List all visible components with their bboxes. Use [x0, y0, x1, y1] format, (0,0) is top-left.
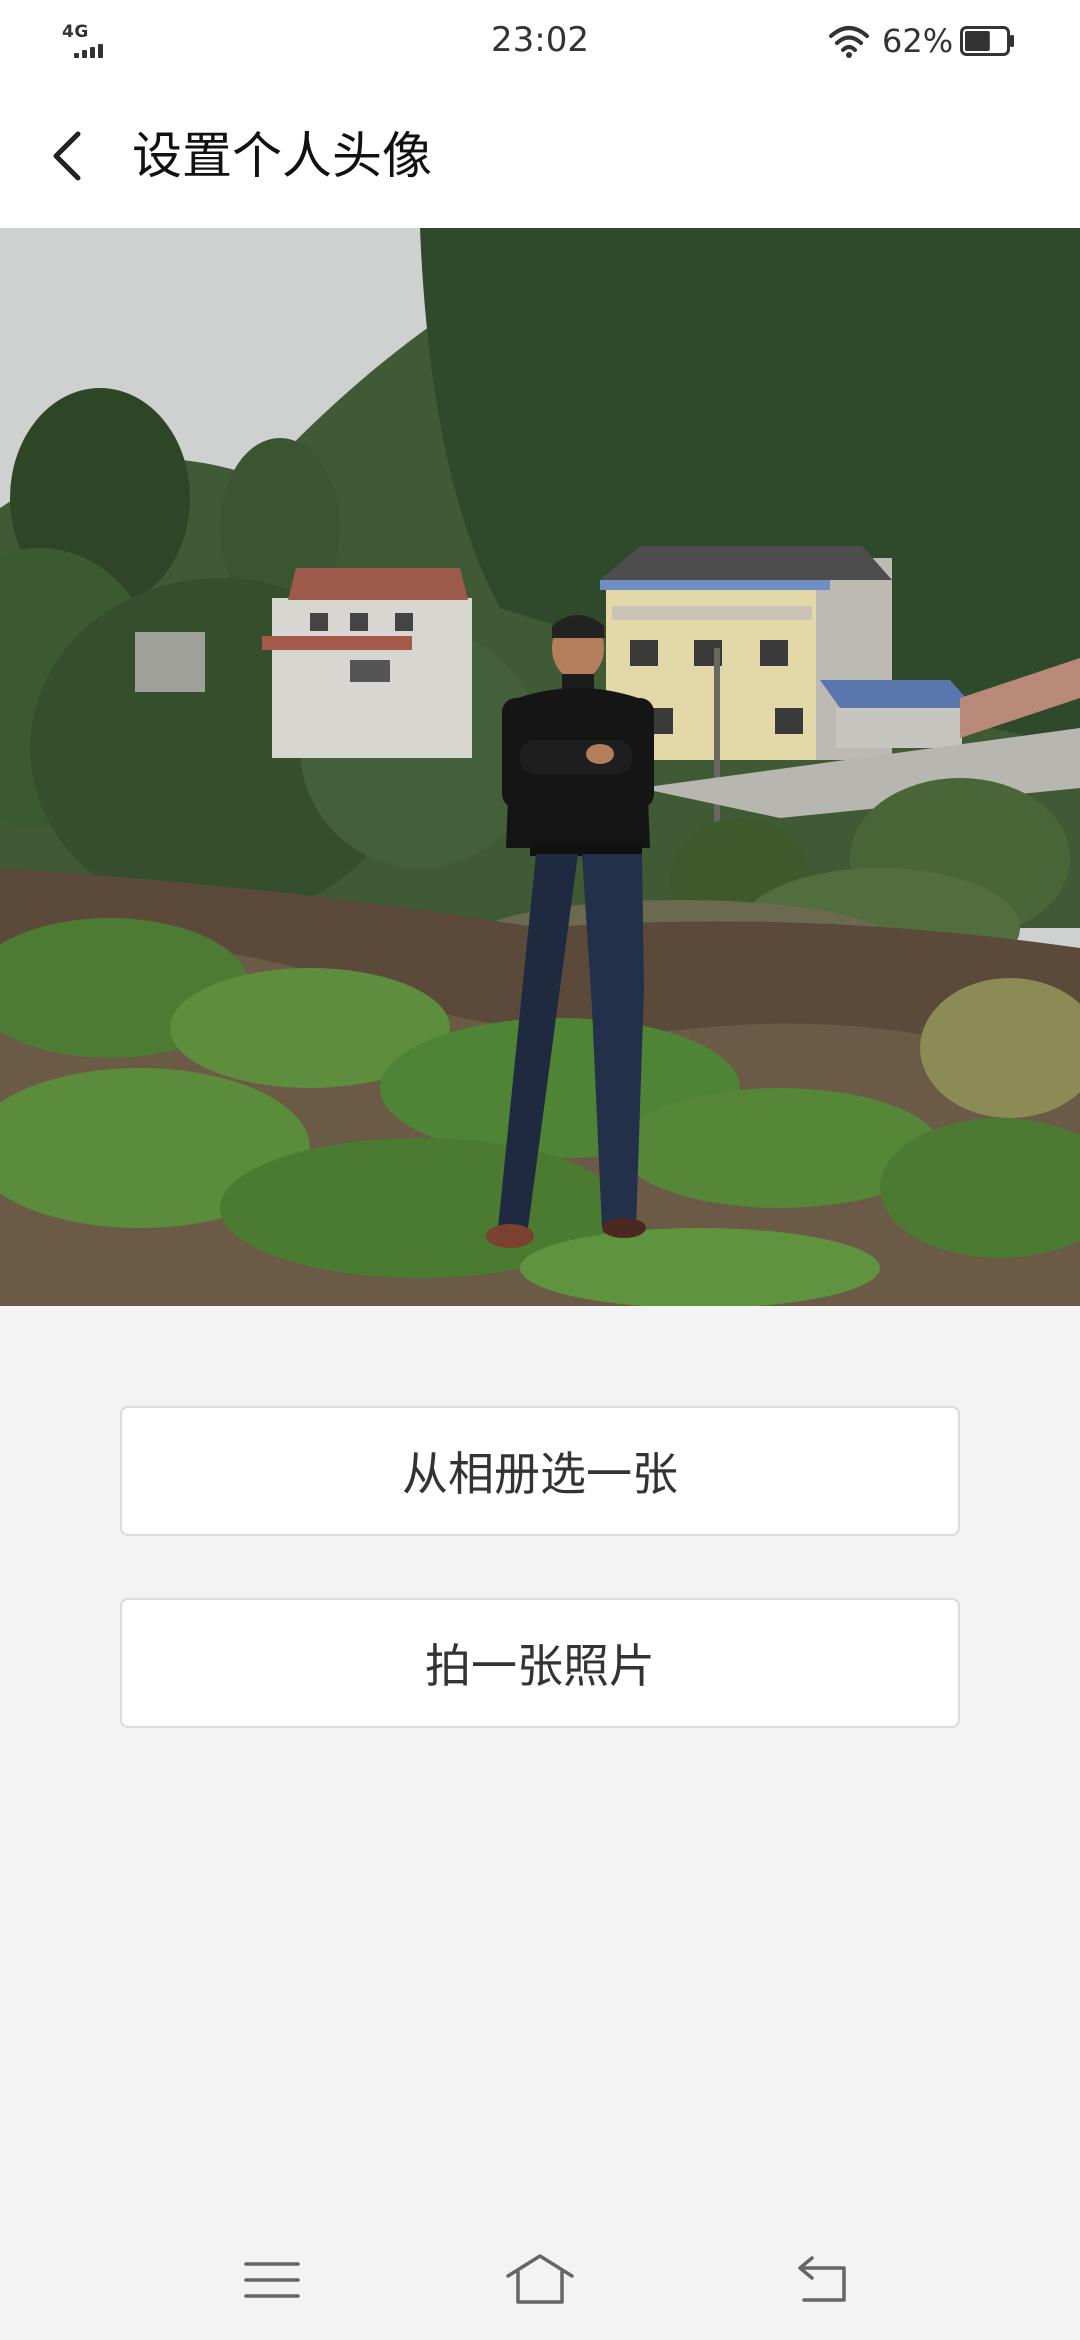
- screen: 4G 23:02 62% 设置个人头像 从相册选一张 拍一张照片: [0, 0, 1080, 2340]
- choose-from-album-button[interactable]: 从相册选一张: [120, 1406, 960, 1536]
- battery-icon: [960, 26, 1014, 56]
- battery-percent: 62%: [882, 22, 954, 60]
- return-icon[interactable]: [784, 2250, 864, 2310]
- back-button[interactable]: [40, 120, 100, 192]
- avatar-preview-image: [0, 228, 1080, 1306]
- navigation-bar: [0, 2220, 1080, 2340]
- menu-icon[interactable]: [232, 2250, 312, 2310]
- wifi-icon: [829, 26, 869, 58]
- page-title: 设置个人头像: [132, 127, 432, 185]
- header: 设置个人头像: [0, 84, 1080, 228]
- chevron-left-icon: [53, 131, 81, 181]
- take-photo-button[interactable]: 拍一张照片: [120, 1598, 960, 1728]
- status-bar: 4G 23:02 62%: [0, 0, 1080, 84]
- home-icon[interactable]: [500, 2250, 580, 2310]
